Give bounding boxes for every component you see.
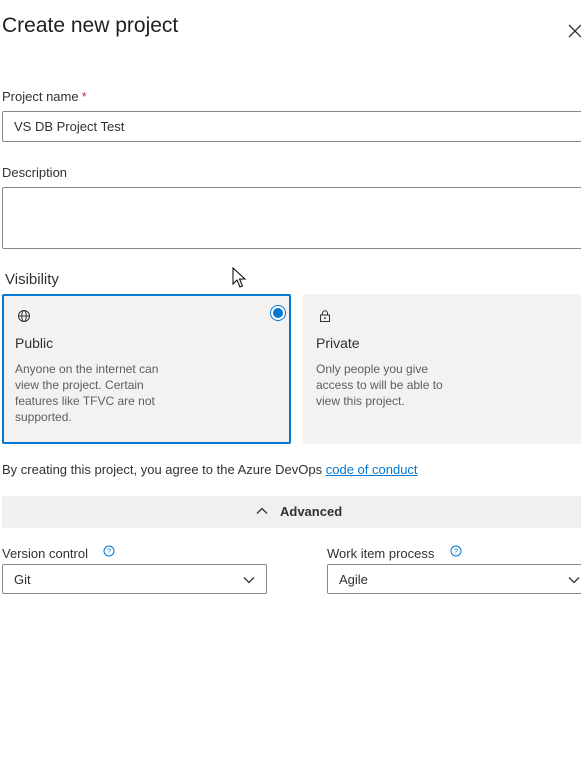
- description-input[interactable]: [2, 187, 581, 249]
- work-item-process-label: Work item process: [327, 546, 435, 561]
- create-project-dialog: Create new project Project name* Descrip…: [0, 0, 581, 773]
- globe-icon: [18, 310, 30, 322]
- svg-text:?: ?: [454, 547, 458, 556]
- work-item-process-dropdown[interactable]: Agile: [327, 564, 581, 594]
- visibility-label: Visibility: [5, 271, 59, 288]
- visibility-option-public[interactable]: Public Anyone on the internet can view t…: [2, 294, 291, 444]
- private-description: Only people you give access to will be a…: [316, 362, 443, 408]
- chevron-up-icon: [256, 507, 268, 514]
- svg-text:?: ?: [107, 547, 111, 556]
- terms-text: By creating this project, you agree to t…: [2, 462, 418, 477]
- public-radio[interactable]: [270, 305, 286, 321]
- help-icon[interactable]: ?: [103, 545, 115, 557]
- visibility-option-private[interactable]: Private Only people you give access to w…: [303, 294, 581, 444]
- description-label: Description: [2, 165, 68, 180]
- close-icon[interactable]: [566, 22, 581, 40]
- mouse-cursor-icon: [232, 267, 246, 288]
- lock-icon: [320, 310, 330, 322]
- code-of-conduct-link[interactable]: code of conduct: [326, 462, 418, 477]
- advanced-label: Advanced: [280, 504, 343, 519]
- project-name-input[interactable]: [2, 111, 581, 142]
- dialog-title: Create new project: [2, 14, 179, 37]
- advanced-toggle[interactable]: Advanced: [2, 496, 581, 528]
- work-item-process-value: Agile: [339, 572, 368, 587]
- version-control-label: Version control: [2, 546, 88, 561]
- public-title: Public: [15, 335, 54, 351]
- version-control-value: Git: [14, 572, 31, 587]
- public-description: Anyone on the internet can view the proj…: [15, 362, 159, 424]
- chevron-down-icon: [243, 577, 255, 584]
- radio-selected-dot: [273, 308, 283, 318]
- project-name-label: Project name *: [2, 89, 87, 104]
- private-title: Private: [316, 335, 360, 351]
- version-control-dropdown[interactable]: Git: [2, 564, 267, 594]
- help-icon[interactable]: ?: [450, 545, 462, 557]
- terms-prefix: By creating this project, you agree to t…: [2, 462, 323, 477]
- required-marker: *: [81, 89, 87, 104]
- project-name-label-text: Project name: [2, 89, 79, 104]
- chevron-down-icon: [568, 577, 580, 584]
